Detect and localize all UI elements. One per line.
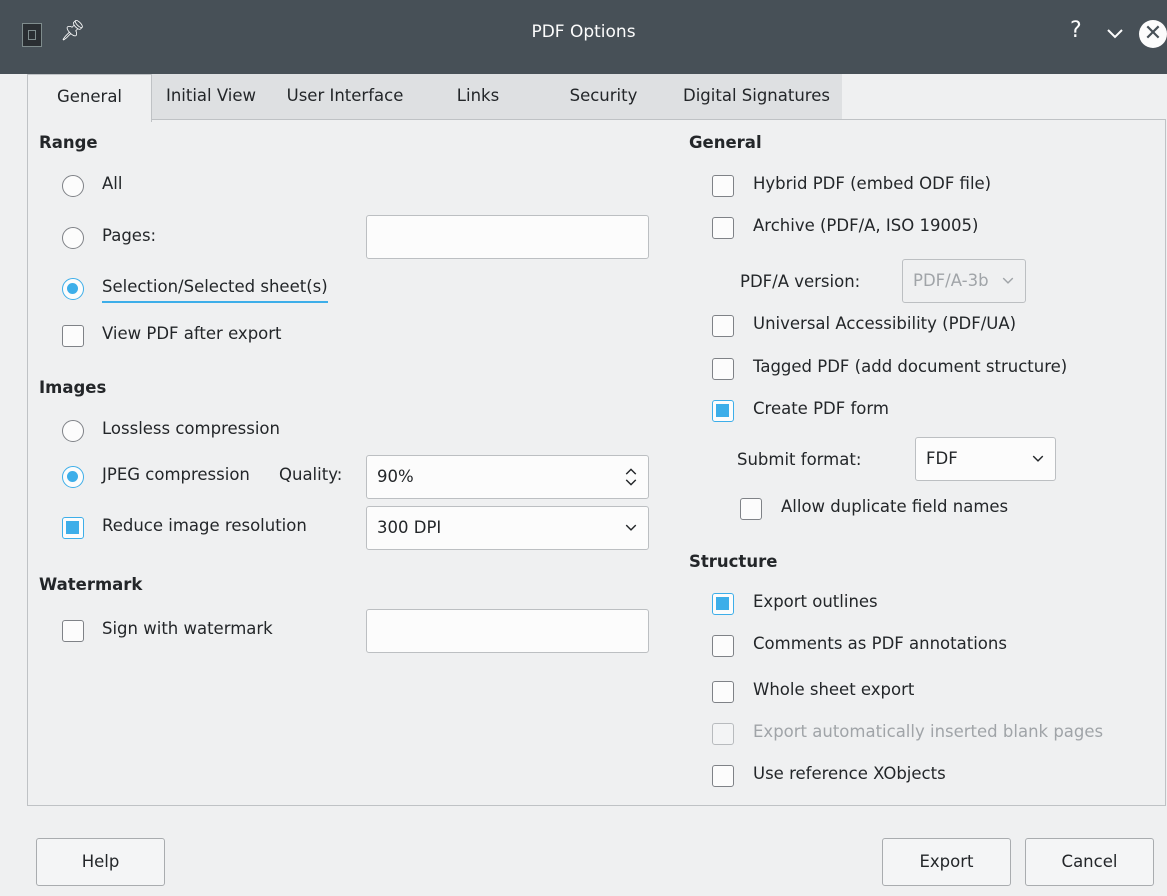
sign-watermark-checkbox[interactable] [62, 620, 84, 642]
submit-format-select[interactable]: FDF [915, 437, 1056, 481]
lossless-label: Lossless compression [102, 419, 280, 438]
all-label: All [102, 174, 123, 193]
selection-radio[interactable] [62, 278, 84, 300]
tagged-pdf-label: Tagged PDF (add document structure) [753, 357, 1068, 376]
general-heading: General [689, 133, 762, 152]
create-form-checkbox[interactable] [712, 400, 734, 422]
reference-xobjects-checkbox[interactable] [712, 765, 734, 787]
window-title: PDF Options [531, 22, 636, 42]
blank-pages-label: Export automatically inserted blank page… [753, 722, 1104, 741]
submit-format-label: Submit format: [737, 450, 862, 469]
tab-general[interactable]: General [27, 74, 152, 122]
help-button[interactable]: Help [36, 838, 165, 886]
archive-checkbox[interactable] [712, 217, 734, 239]
archive-label: Archive (PDF/A, ISO 19005) [753, 216, 979, 235]
jpeg-label: JPEG compression [102, 465, 250, 484]
export-outlines-label: Export outlines [753, 592, 878, 611]
hybrid-pdf-checkbox[interactable] [712, 175, 734, 197]
tab-digital-signatures[interactable]: Digital Signatures [671, 74, 842, 120]
close-icon[interactable]: ✕ [1139, 20, 1167, 48]
title-bar: 📌︎ PDF Options ? ✕ [0, 0, 1167, 74]
export-outlines-checkbox[interactable] [712, 593, 734, 615]
quality-label: Quality: [279, 465, 343, 484]
universal-accessibility-label: Universal Accessibility (PDF/UA) [753, 314, 1017, 333]
resolution-select[interactable]: 300 DPI [366, 506, 649, 550]
view-after-export-label: View PDF after export [102, 324, 282, 343]
hybrid-pdf-label: Hybrid PDF (embed ODF file) [753, 174, 992, 193]
chevron-down-icon [1032, 455, 1044, 462]
tab-initial-view[interactable]: Initial View [152, 74, 270, 120]
all-radio[interactable] [62, 175, 84, 197]
reduce-resolution-label: Reduce image resolution [102, 516, 307, 535]
tab-links[interactable]: Links [420, 74, 536, 120]
pages-label: Pages: [102, 226, 157, 245]
reduce-resolution-checkbox[interactable] [62, 517, 84, 539]
quality-value: 90% [377, 467, 414, 486]
pages-radio[interactable] [62, 227, 84, 249]
chevron-down-icon [625, 524, 637, 531]
pdfa-version-value: PDF/A-3b [913, 271, 989, 290]
lossless-radio[interactable] [62, 420, 84, 442]
images-heading: Images [39, 378, 107, 397]
selection-label: Selection/Selected sheet(s) [102, 277, 328, 303]
blank-pages-checkbox[interactable] [712, 723, 734, 745]
create-form-label: Create PDF form [753, 399, 889, 418]
range-heading: Range [39, 133, 98, 152]
chevron-down-icon [1001, 260, 1015, 302]
tagged-pdf-checkbox[interactable] [712, 358, 734, 380]
structure-heading: Structure [689, 552, 778, 571]
whole-sheet-label: Whole sheet export [753, 680, 915, 699]
watermark-heading: Watermark [39, 575, 143, 594]
allow-duplicate-checkbox[interactable] [740, 498, 762, 520]
pdfa-version-select[interactable]: PDF/A-3b [902, 259, 1026, 303]
pages-input[interactable] [366, 215, 649, 259]
tab-security[interactable]: Security [536, 74, 671, 120]
tab-user-interface[interactable]: User Interface [270, 74, 420, 120]
watermark-text-input[interactable] [366, 609, 649, 653]
universal-accessibility-checkbox[interactable] [712, 315, 734, 337]
view-after-export-checkbox[interactable] [62, 325, 84, 347]
allow-duplicate-label: Allow duplicate field names [781, 497, 1009, 516]
quality-spinbox[interactable]: 90% [366, 455, 649, 499]
submit-format-value: FDF [926, 449, 958, 468]
jpeg-radio[interactable] [62, 466, 84, 488]
pdfa-version-label: PDF/A version: [740, 272, 861, 291]
resolution-value: 300 DPI [377, 518, 442, 537]
help-icon[interactable]: ? [1070, 18, 1082, 43]
cancel-button[interactable]: Cancel [1025, 838, 1154, 886]
chevron-down-icon[interactable] [1104, 22, 1126, 44]
export-button[interactable]: Export [882, 838, 1011, 886]
whole-sheet-checkbox[interactable] [712, 681, 734, 703]
comments-label: Comments as PDF annotations [753, 634, 1007, 653]
sign-watermark-label: Sign with watermark [102, 619, 273, 638]
reference-xobjects-label: Use reference XObjects [753, 764, 946, 783]
spin-arrows-icon[interactable] [624, 456, 638, 498]
comments-checkbox[interactable] [712, 635, 734, 657]
